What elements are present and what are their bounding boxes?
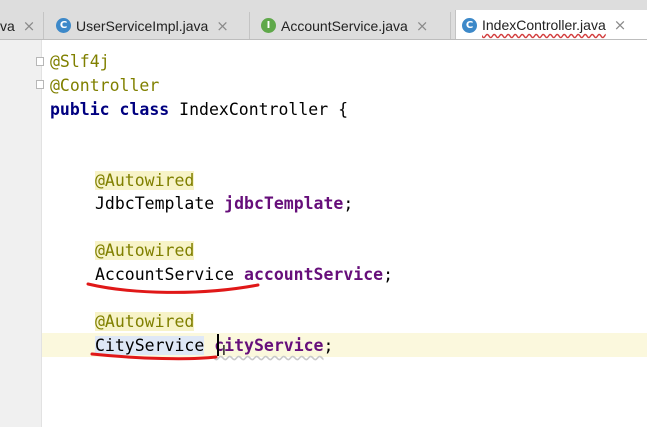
- red-underline-cityservice: [90, 352, 218, 361]
- annotation-marks: [86, 282, 260, 361]
- red-underline-accountservice: [86, 282, 260, 294]
